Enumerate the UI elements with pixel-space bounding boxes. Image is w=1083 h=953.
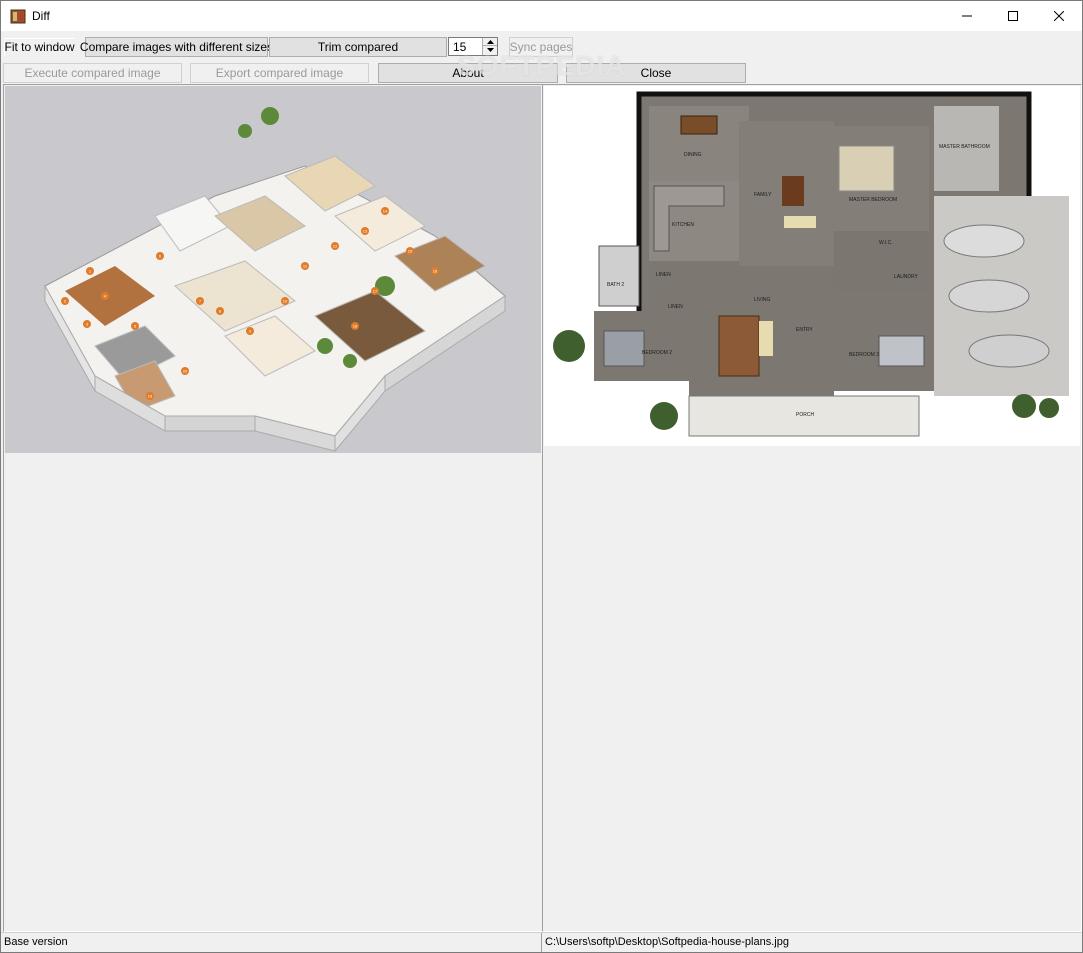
room-label-wic: W.I.C. <box>879 240 893 246</box>
sync-pages-button[interactable]: Sync pages <box>509 37 573 57</box>
room-label-living: LIVING <box>754 297 771 303</box>
compare-different-sizes-button[interactable]: Compare images with different sizes <box>80 37 273 57</box>
minimize-button[interactable] <box>944 1 990 31</box>
room-marker-label: 14 <box>383 209 388 214</box>
room-label-laundry: LAUNDRY <box>894 274 918 280</box>
arrow-down-icon <box>486 48 494 52</box>
room-marker-label: 20 <box>183 369 188 374</box>
room-marker-label: 19 <box>148 394 153 399</box>
status-bar: Base version C:\Users\softp\Desktop\Soft… <box>1 932 1082 952</box>
spin-up-button[interactable] <box>483 38 497 46</box>
close-icon <box>1054 11 1064 21</box>
execute-compared-button[interactable]: Execute compared image <box>3 63 182 83</box>
room-marker-label: 10 <box>283 299 288 304</box>
threshold-spinbox[interactable]: 15 <box>448 37 498 56</box>
room-label-master-bath: MASTER BATHROOM <box>939 144 990 150</box>
room-marker-label: 15 <box>408 249 413 254</box>
spin-arrows <box>482 38 497 55</box>
about-button[interactable]: About <box>378 63 558 83</box>
room-label-dining: DINING <box>684 152 702 158</box>
room-marker-label: 13 <box>363 229 368 234</box>
room-marker-label: 16 <box>433 269 438 274</box>
app-icon <box>10 9 26 24</box>
room-label-entry: ENTRY <box>796 327 814 333</box>
room-label-bedroom-2: BEDROOM 2 <box>642 350 672 356</box>
room-label-linen-2: LINEN <box>668 304 683 310</box>
isometric-floorplan-image: 1234567891011121314151617181920 <box>5 86 541 453</box>
close-window-button[interactable] <box>1036 1 1082 31</box>
export-compared-button[interactable]: Export compared image <box>190 63 369 83</box>
diff-window: Diff Fit to window Compare images with d… <box>0 0 1083 953</box>
window-title: Diff <box>32 9 50 23</box>
room-label-porch: PORCH <box>796 412 814 418</box>
minimize-icon <box>962 15 972 17</box>
title-bar: Diff <box>1 1 1082 31</box>
threshold-value[interactable]: 15 <box>453 40 466 54</box>
compared-image-pane[interactable]: DINING KITCHEN FAMILY MASTER BEDROOM MAS… <box>542 84 1082 932</box>
room-marker-label: 18 <box>353 324 358 329</box>
room-marker-label: 12 <box>333 244 338 249</box>
spin-down-button[interactable] <box>483 46 497 54</box>
status-file-path: C:\Users\softp\Desktop\Softpedia-house-p… <box>545 936 789 948</box>
room-label-family: FAMILY <box>754 192 772 198</box>
fit-to-window-button[interactable]: Fit to window <box>3 37 76 57</box>
arrow-up-icon <box>486 39 494 44</box>
close-button[interactable]: Close <box>566 63 746 83</box>
room-label-master-bedroom: MASTER BEDROOM <box>849 197 897 203</box>
base-image-pane[interactable]: 1 2 3 4 5 6 7 8 9 10 11 12 13 14 15 16 17 18 19 20 <box>3 84 543 932</box>
room-marker-label: 17 <box>373 289 378 294</box>
maximize-icon <box>1008 11 1018 21</box>
floorplan-image: DINING KITCHEN FAMILY MASTER BEDROOM MAS… <box>544 86 1080 446</box>
room-label-bath-2: BATH 2 <box>607 282 624 288</box>
status-base-version: Base version <box>1 933 542 952</box>
maximize-button[interactable] <box>990 1 1036 31</box>
room-label-linen: LINEN <box>656 272 671 278</box>
room-label-bedroom-3: BEDROOM 3 <box>849 352 879 358</box>
room-label-kitchen: KITCHEN <box>672 222 694 228</box>
trim-compared-button[interactable]: Trim compared <box>269 37 447 57</box>
